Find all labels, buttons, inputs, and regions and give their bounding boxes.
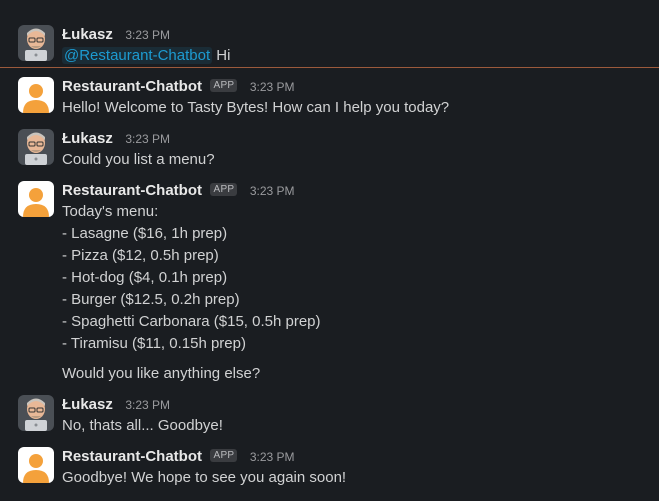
sender-name[interactable]: Restaurant-Chatbot <box>62 182 202 199</box>
menu-heading: Today's menu: <box>62 203 159 220</box>
bot-avatar-icon[interactable] <box>18 181 54 217</box>
message-text: No, thats all... Goodbye! <box>62 417 223 434</box>
menu-item: - Pizza ($12, 0.5h prep) <box>62 247 219 264</box>
user-avatar-icon[interactable] <box>18 129 54 165</box>
sender-name[interactable]: Łukasz <box>62 396 113 413</box>
timestamp[interactable]: 3:23 PM <box>125 398 170 412</box>
timestamp[interactable]: 3:23 PM <box>250 184 295 198</box>
sender-name[interactable]: Restaurant-Chatbot <box>62 78 202 95</box>
menu-item: - Lasagne ($16, 1h prep) <box>62 225 228 242</box>
followup-text: Would you like anything else? <box>62 365 261 382</box>
timestamp[interactable]: 3:23 PM <box>250 80 295 94</box>
sender-name[interactable]: Łukasz <box>62 130 113 147</box>
message-text: @Restaurant-Chatbot Hi <box>62 45 651 67</box>
user-avatar-icon[interactable] <box>18 395 54 431</box>
timestamp[interactable]: 3:23 PM <box>250 450 295 464</box>
mention-link[interactable]: @Restaurant-Chatbot <box>62 47 213 64</box>
menu-item: - Tiramisu ($11, 0.15h prep) <box>62 335 246 352</box>
menu-item: - Hot-dog ($4, 0.1h prep) <box>62 269 228 286</box>
message-text: Could you list a menu? <box>62 151 215 168</box>
app-badge: APP <box>210 79 238 92</box>
menu-item: - Spaghetti Carbonara ($15, 0.5h prep) <box>62 313 321 330</box>
sender-name[interactable]: Łukasz <box>62 26 113 43</box>
message-text: Goodbye! We hope to see you again soon! <box>62 469 347 486</box>
bot-avatar-icon[interactable] <box>18 447 54 483</box>
message-text-content: Hi <box>212 47 231 64</box>
timestamp[interactable]: 3:23 PM <box>125 132 170 146</box>
message-text: Hello! Welcome to Tasty Bytes! How can I… <box>62 99 450 116</box>
app-badge: APP <box>210 183 238 196</box>
timestamp[interactable]: 3:23 PM <box>125 28 170 42</box>
sender-name[interactable]: Restaurant-Chatbot <box>62 448 202 465</box>
new-messages-divider <box>0 67 659 68</box>
menu-item: - Burger ($12.5, 0.2h prep) <box>62 291 240 308</box>
app-badge: APP <box>210 449 238 462</box>
bot-avatar-icon[interactable] <box>18 77 54 113</box>
user-avatar-icon[interactable] <box>18 25 54 61</box>
